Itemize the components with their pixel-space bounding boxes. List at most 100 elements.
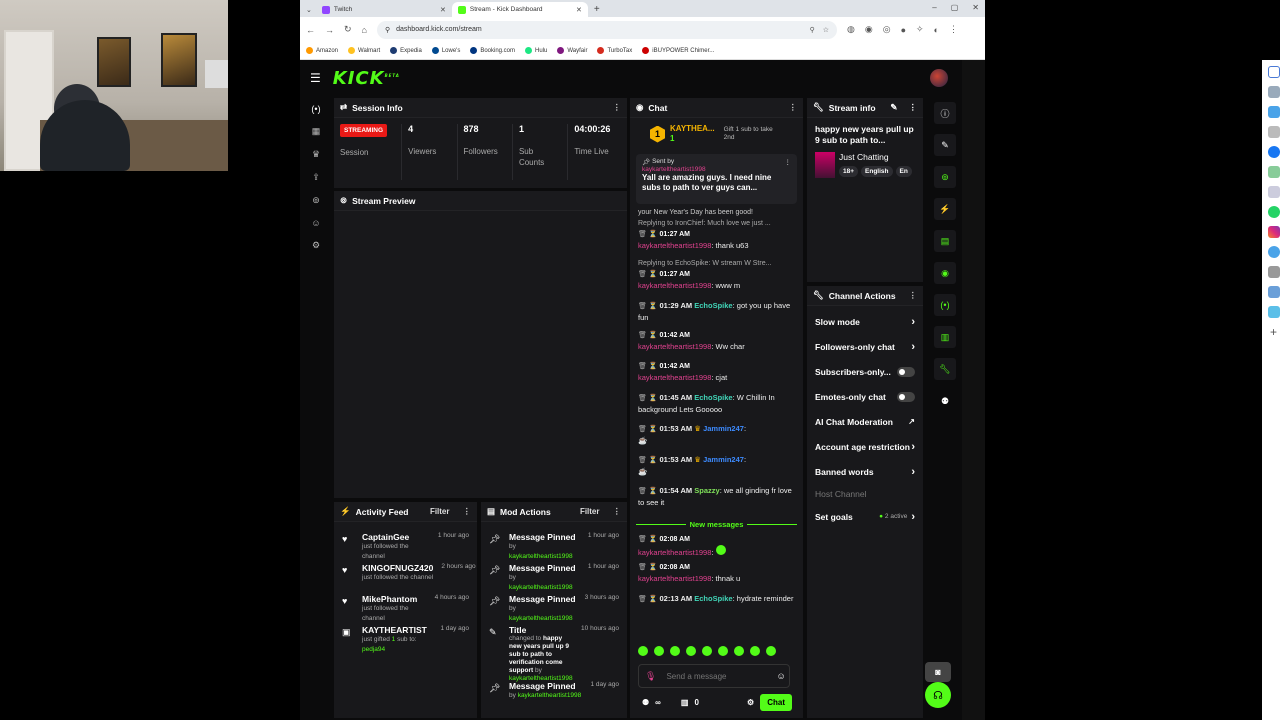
emote-icon[interactable] (750, 646, 760, 656)
points-icon[interactable]: ⚉ (642, 698, 649, 707)
url-field[interactable]: ⚲ dashboard.kick.com/stream ⚲ ☆ (376, 20, 837, 39)
bookmark-turbotax[interactable]: TurboTax (597, 47, 632, 54)
gift-recipient[interactable]: pedja94 (362, 646, 385, 653)
store-icon[interactable]: ▥ (681, 698, 689, 707)
filter-button[interactable]: Filter (430, 507, 450, 516)
delete-icon[interactable]: 🗑︎ (638, 271, 647, 278)
zoom-icon[interactable]: ⚲ (810, 26, 815, 34)
translate-icon[interactable] (1267, 166, 1280, 178)
close-window-icon[interactable]: ✕ (972, 3, 979, 12)
extension-icon[interactable]: ◍ (847, 24, 855, 35)
slow-mode-row[interactable]: Slow mode › (807, 309, 923, 334)
maximize-icon[interactable]: ▢ (951, 3, 959, 12)
dashboard-nav-icon[interactable]: ▦ (312, 126, 321, 137)
instagram-icon[interactable] (1267, 226, 1280, 238)
chat-username[interactable]: EchoSpike (694, 594, 732, 603)
send-chat-button[interactable]: Chat (760, 694, 792, 711)
mod-user[interactable]: kaykarteltheartist1998 (509, 553, 573, 560)
pinned-user[interactable]: kaykarteltheartist1998 (642, 166, 791, 173)
emote-icon[interactable] (670, 646, 680, 656)
more-options-icon[interactable]: ⋮ (789, 102, 798, 113)
layout-icon[interactable]: ▥ (934, 326, 956, 348)
chat-icon[interactable]: ◉ (934, 262, 956, 284)
chat-username[interactable]: kaykarteltheartist1998 (638, 574, 711, 583)
tab-search-icon[interactable]: ⌄ (306, 6, 312, 14)
emote-icon[interactable] (686, 646, 696, 656)
chat-message-input[interactable] (666, 671, 767, 681)
more-options-icon[interactable]: ⋮ (613, 506, 622, 517)
more-options-icon[interactable]: ⋮ (463, 506, 472, 517)
kick-logo[interactable]: KICKBETA (333, 68, 400, 89)
bookmark-expedia[interactable]: Expedia (390, 47, 422, 54)
followers-only-row[interactable]: Followers-only chat › (807, 334, 923, 359)
emote-bar[interactable] (638, 646, 782, 656)
bookmark-lowes[interactable]: Lowe's (431, 47, 460, 54)
chat-username[interactable]: kaykarteltheartist1998 (638, 281, 711, 290)
bookmark-booking[interactable]: Booking.com (470, 47, 515, 54)
community-icon[interactable]: ⚉ (934, 390, 956, 412)
back-icon[interactable]: ← (306, 25, 315, 35)
emote-icon[interactable] (734, 646, 744, 656)
edit-icon[interactable]: ✎ (890, 102, 897, 113)
tag[interactable]: English (861, 166, 893, 177)
emotes-only-toggle[interactable] (897, 391, 915, 402)
chat-username[interactable]: EchoSpike (694, 393, 732, 402)
more-options-icon[interactable]: ⋮ (785, 158, 792, 166)
reading-list-icon[interactable] (1267, 86, 1280, 98)
emote-icon[interactable] (638, 646, 648, 656)
more-options-icon[interactable]: ⋮ (909, 102, 918, 113)
tab-kick-dashboard[interactable]: Stream - Kick Dashboard ✕ (451, 2, 588, 17)
chat-username[interactable]: kaykarteltheartist1998 (638, 548, 711, 557)
support-headset-icon[interactable]: ☊ (925, 682, 951, 708)
subscribers-only-toggle[interactable] (897, 366, 915, 377)
settings-nav-icon[interactable]: ⚙ (312, 240, 320, 251)
tag[interactable]: En (895, 166, 912, 177)
new-tab-icon[interactable]: + (594, 4, 600, 15)
set-goals-row[interactable]: Set goals ● 2 active › (807, 504, 923, 529)
site-info-icon[interactable]: ⚲ (385, 26, 390, 34)
broadcast-icon[interactable]: (•) (934, 294, 956, 316)
chat-username[interactable]: EchoSpike (694, 301, 732, 310)
extension-cube-icon[interactable] (1267, 106, 1280, 118)
minimize-icon[interactable]: – (932, 3, 936, 12)
mod-user[interactable]: kaykarteltheartist1998 (518, 692, 582, 699)
activity-user[interactable]: KAYTHEARTIST (362, 625, 427, 635)
messenger-icon[interactable] (1267, 146, 1280, 158)
wrench-icon[interactable]: 🔧︎ (934, 358, 956, 380)
mod-user[interactable]: kaykarteltheartist1998 (509, 584, 573, 591)
target-icon[interactable]: ⊚ (934, 166, 956, 188)
shopping-icon[interactable] (1267, 246, 1280, 258)
reload-icon[interactable]: ↻ (344, 24, 352, 35)
reply-context[interactable]: Replying to IronChief: Much love we just… (630, 218, 803, 229)
close-tab-icon[interactable]: ✕ (440, 6, 446, 14)
info-icon[interactable]: ⓘ (934, 102, 956, 124)
chat-username[interactable]: Jammin247 (703, 424, 744, 433)
chat-username[interactable]: Spazzy (694, 486, 719, 495)
alarm-icon[interactable] (1267, 266, 1280, 278)
outlook-icon[interactable] (1267, 306, 1280, 318)
activity-user[interactable]: CaptainGee (362, 532, 409, 542)
emote-icon[interactable] (654, 646, 664, 656)
gift-cta[interactable]: Gift 1 sub to take 2nd (724, 126, 774, 142)
filter-button[interactable]: Filter (580, 507, 600, 516)
moderation-nav-icon[interactable]: ⊚ (312, 195, 320, 206)
edit-layout-icon[interactable]: ✎ (934, 134, 956, 156)
emote-icon[interactable] (766, 646, 776, 656)
bookmark-amazon[interactable]: Amazon (306, 47, 338, 54)
chat-input[interactable]: 🎙︎ ☺ (638, 664, 790, 688)
category-thumbnail[interactable] (815, 152, 835, 178)
chat-username[interactable]: kaykarteltheartist1998 (638, 342, 711, 351)
notes-icon[interactable]: ▤ (934, 230, 956, 252)
banned-words-row[interactable]: Banned words › (807, 459, 923, 484)
chat-username[interactable]: kaykarteltheartist1998 (638, 241, 711, 250)
extension-icon[interactable]: ◎ (883, 24, 891, 35)
bookmark-walmart[interactable]: Walmart (348, 47, 380, 54)
whatsapp-icon[interactable] (1267, 206, 1280, 218)
top-gifter-banner[interactable]: 1 KAYTHEA... 1 Gift 1 sub to take 2nd (630, 118, 803, 150)
hamburger-menu-icon[interactable]: ☰ (310, 71, 321, 85)
upload-nav-icon[interactable]: ⇪ (312, 172, 320, 183)
chat-username[interactable]: kaykarteltheartist1998 (638, 373, 711, 382)
stream-nav-icon[interactable]: (•) (311, 104, 320, 114)
stream-preview-video[interactable] (334, 211, 627, 496)
more-options-icon[interactable]: ⋮ (909, 290, 918, 301)
